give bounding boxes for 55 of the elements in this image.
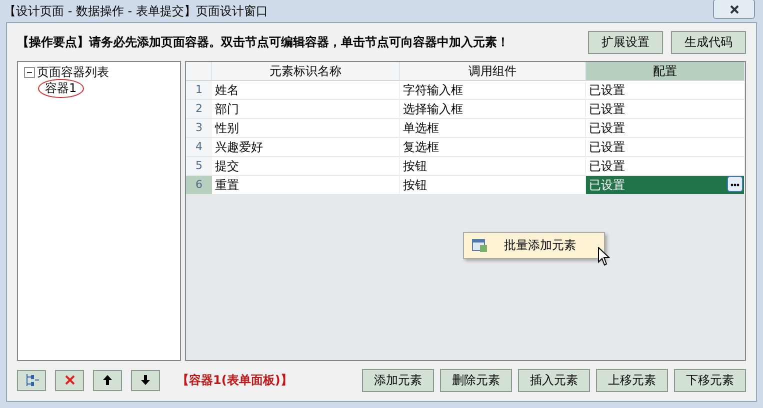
- tree-icon: [24, 373, 40, 387]
- ellipsis-icon: [730, 183, 740, 187]
- arrow-down-icon: [141, 375, 150, 385]
- status-text: 【容器1(表单面板)】: [177, 372, 292, 388]
- table-cell: 复选框: [400, 138, 586, 157]
- row-number: 1: [186, 81, 212, 100]
- table-cell: 按钮: [400, 157, 586, 176]
- column-header[interactable]: 调用组件: [400, 62, 586, 81]
- move-up-button[interactable]: [93, 370, 122, 390]
- close-icon: [730, 4, 738, 14]
- tree-node[interactable]: 容器1: [38, 78, 84, 98]
- column-header[interactable]: 元素标识名称: [212, 62, 400, 81]
- row-number: 6: [186, 176, 212, 195]
- table-cell: 性别: [212, 119, 400, 138]
- delete-button[interactable]: [55, 370, 84, 390]
- table-cell: 已设置: [586, 100, 745, 119]
- table-cell: 已设置: [586, 138, 745, 157]
- row-number: 2: [186, 100, 212, 119]
- window-title: 【设计页面 - 数据操作 - 表单提交】页面设计窗口: [4, 2, 268, 20]
- action-button[interactable]: 下移元素: [674, 368, 746, 392]
- close-button[interactable]: [713, 0, 755, 19]
- close-icon: [64, 375, 74, 385]
- table-cell: 重置: [212, 176, 400, 195]
- more-button[interactable]: [727, 176, 743, 192]
- action-button[interactable]: 删除元素: [440, 368, 512, 392]
- action-button[interactable]: 上移元素: [596, 368, 668, 392]
- action-button[interactable]: 添加元素: [362, 368, 434, 392]
- table-cell: 按钮: [400, 176, 586, 195]
- row-number: 4: [186, 138, 212, 157]
- hint-text: 【操作要点】请务必先添加页面容器。双击节点可编辑容器，单击节点可向容器中加入元素！: [17, 34, 509, 50]
- column-header[interactable]: 配置: [586, 62, 745, 81]
- table-cell: 字符输入框: [400, 81, 586, 100]
- table-icon: [472, 238, 488, 252]
- table-cell: 部门: [212, 100, 400, 119]
- row-number: 3: [186, 119, 212, 138]
- tree-node[interactable]: 页面容器列表: [37, 64, 109, 80]
- table-cell: 姓名: [212, 81, 400, 100]
- table-cell: 单选框: [400, 119, 586, 138]
- table-cell: 已设置: [586, 157, 745, 176]
- table-cell: 选择输入框: [400, 100, 586, 119]
- row-number: 5: [186, 157, 212, 176]
- move-down-button[interactable]: [131, 370, 160, 390]
- toolbar-button[interactable]: 扩展设置: [588, 30, 663, 54]
- action-button[interactable]: 插入元素: [518, 368, 590, 392]
- table-cell: 提交: [212, 157, 400, 176]
- collapse-toggle[interactable]: [24, 66, 35, 78]
- table-cell: 已设置: [586, 81, 745, 100]
- arrow-up-icon: [103, 375, 112, 385]
- cursor-icon: [598, 247, 610, 266]
- toolbar-button[interactable]: 生成代码: [671, 30, 746, 54]
- add-node-button[interactable]: [17, 370, 46, 390]
- table-cell: 已设置: [586, 176, 745, 195]
- menu-item[interactable]: 批量添加元素: [504, 237, 576, 254]
- table-cell: 已设置: [586, 119, 745, 138]
- table-cell: 兴趣爱好: [212, 138, 400, 157]
